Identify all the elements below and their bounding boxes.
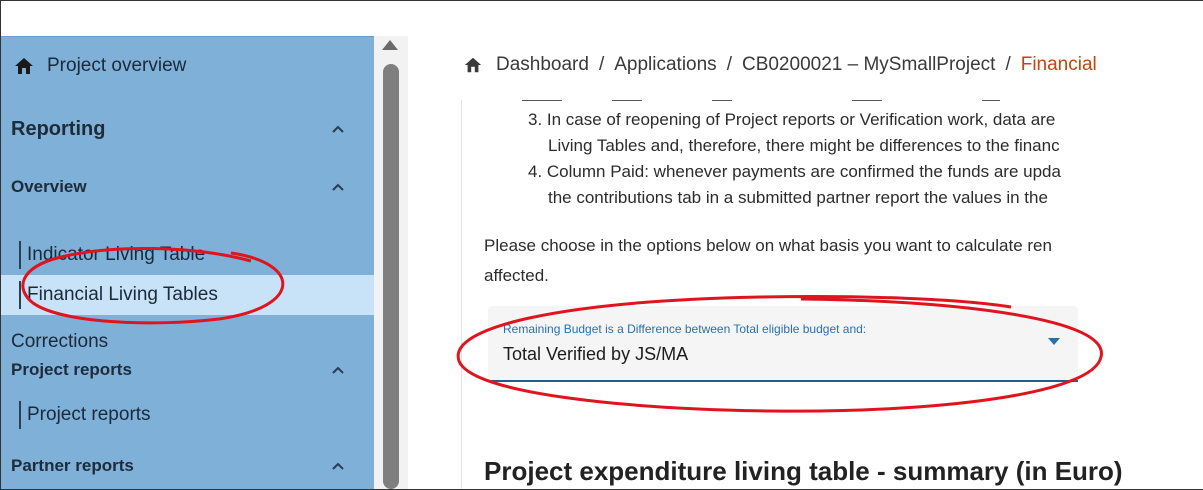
section-title: Project expenditure living table - summa… [484, 456, 1123, 486]
list-item: Living Tables and, therefore, there migh… [548, 136, 1060, 155]
breadcrumb-dashboard[interactable]: Dashboard [496, 54, 589, 76]
chevron-up-icon[interactable] [330, 179, 346, 195]
main-content: Dashboard / Applications / CB0200021 – M… [408, 36, 1203, 489]
sidebar-item-label: Indicator Living Table [27, 244, 206, 265]
instruction-text: affected. [484, 266, 549, 285]
instruction-text: Please choose in the options below on wh… [484, 236, 1052, 255]
sidebar-section-overview[interactable]: Overview [1, 173, 374, 201]
list-item: 4. Column Paid: whenever payments are co… [528, 162, 1061, 181]
sidebar-item-indicator-living-table[interactable]: Indicator Living Table [1, 239, 374, 271]
scroll-thumb[interactable] [383, 64, 399, 489]
app-window: Project overview Reporting Overview Indi… [0, 0, 1203, 490]
list-item: 3. In case of reopening of Project repor… [528, 110, 1056, 129]
clipped-text-fragment [522, 100, 1000, 101]
sidebar-item-corrections[interactable]: Corrections [1, 327, 374, 357]
remaining-budget-select[interactable]: Remaining Budget is a Difference between… [488, 306, 1078, 382]
sidebar-section-label: Overview [11, 177, 87, 196]
sidebar-scrollbar[interactable] [374, 36, 408, 489]
dropdown-arrow-icon[interactable] [1048, 338, 1060, 345]
sidebar-item-label: Corrections [11, 331, 109, 352]
sidebar-item-label: Financial Living Tables [27, 284, 218, 305]
chevron-up-icon[interactable] [330, 362, 346, 378]
breadcrumb-current: Financial [1020, 54, 1097, 75]
select-label: Remaining Budget is a Difference between… [503, 322, 867, 336]
sidebar-section-partner-reports[interactable]: Partner reports [1, 451, 374, 481]
sidebar-item-label: Project reports [27, 404, 151, 425]
sidebar: Project overview Reporting Overview Indi… [1, 36, 374, 489]
breadcrumb-separator: / [598, 54, 605, 75]
breadcrumb-separator: / [726, 54, 732, 75]
chevron-up-icon[interactable] [330, 121, 346, 137]
sidebar-section-project-reports[interactable]: Project reports [1, 355, 374, 385]
breadcrumb-separator: / [1005, 54, 1011, 75]
sidebar-item-financial-living-tables[interactable]: Financial Living Tables [1, 275, 374, 315]
content-card: 3. In case of reopening of Project repor… [461, 100, 1203, 489]
breadcrumb-project[interactable]: CB0200021 – MySmallProject [742, 54, 995, 76]
sidebar-section-reporting[interactable]: Reporting [1, 113, 374, 145]
sidebar-item-label: Project overview [47, 55, 187, 76]
list-item: the contributions tab in a submitted par… [548, 188, 1048, 207]
select-value: Total Verified by JS/MA [503, 344, 689, 364]
breadcrumb: Dashboard / Applications / CB0200021 – M… [464, 54, 1097, 76]
scroll-up-arrow-icon[interactable] [382, 40, 398, 50]
home-icon [15, 58, 33, 74]
home-icon[interactable] [464, 56, 482, 74]
sidebar-item-project-overview[interactable]: Project overview [1, 51, 374, 81]
sidebar-item-project-reports[interactable]: Project reports [1, 399, 374, 431]
sidebar-section-label: Reporting [11, 117, 106, 140]
chevron-up-icon[interactable] [330, 458, 346, 474]
sidebar-section-label: Partner reports [11, 456, 134, 475]
breadcrumb-applications[interactable]: Applications [614, 54, 716, 76]
sidebar-section-label: Project reports [11, 360, 132, 379]
